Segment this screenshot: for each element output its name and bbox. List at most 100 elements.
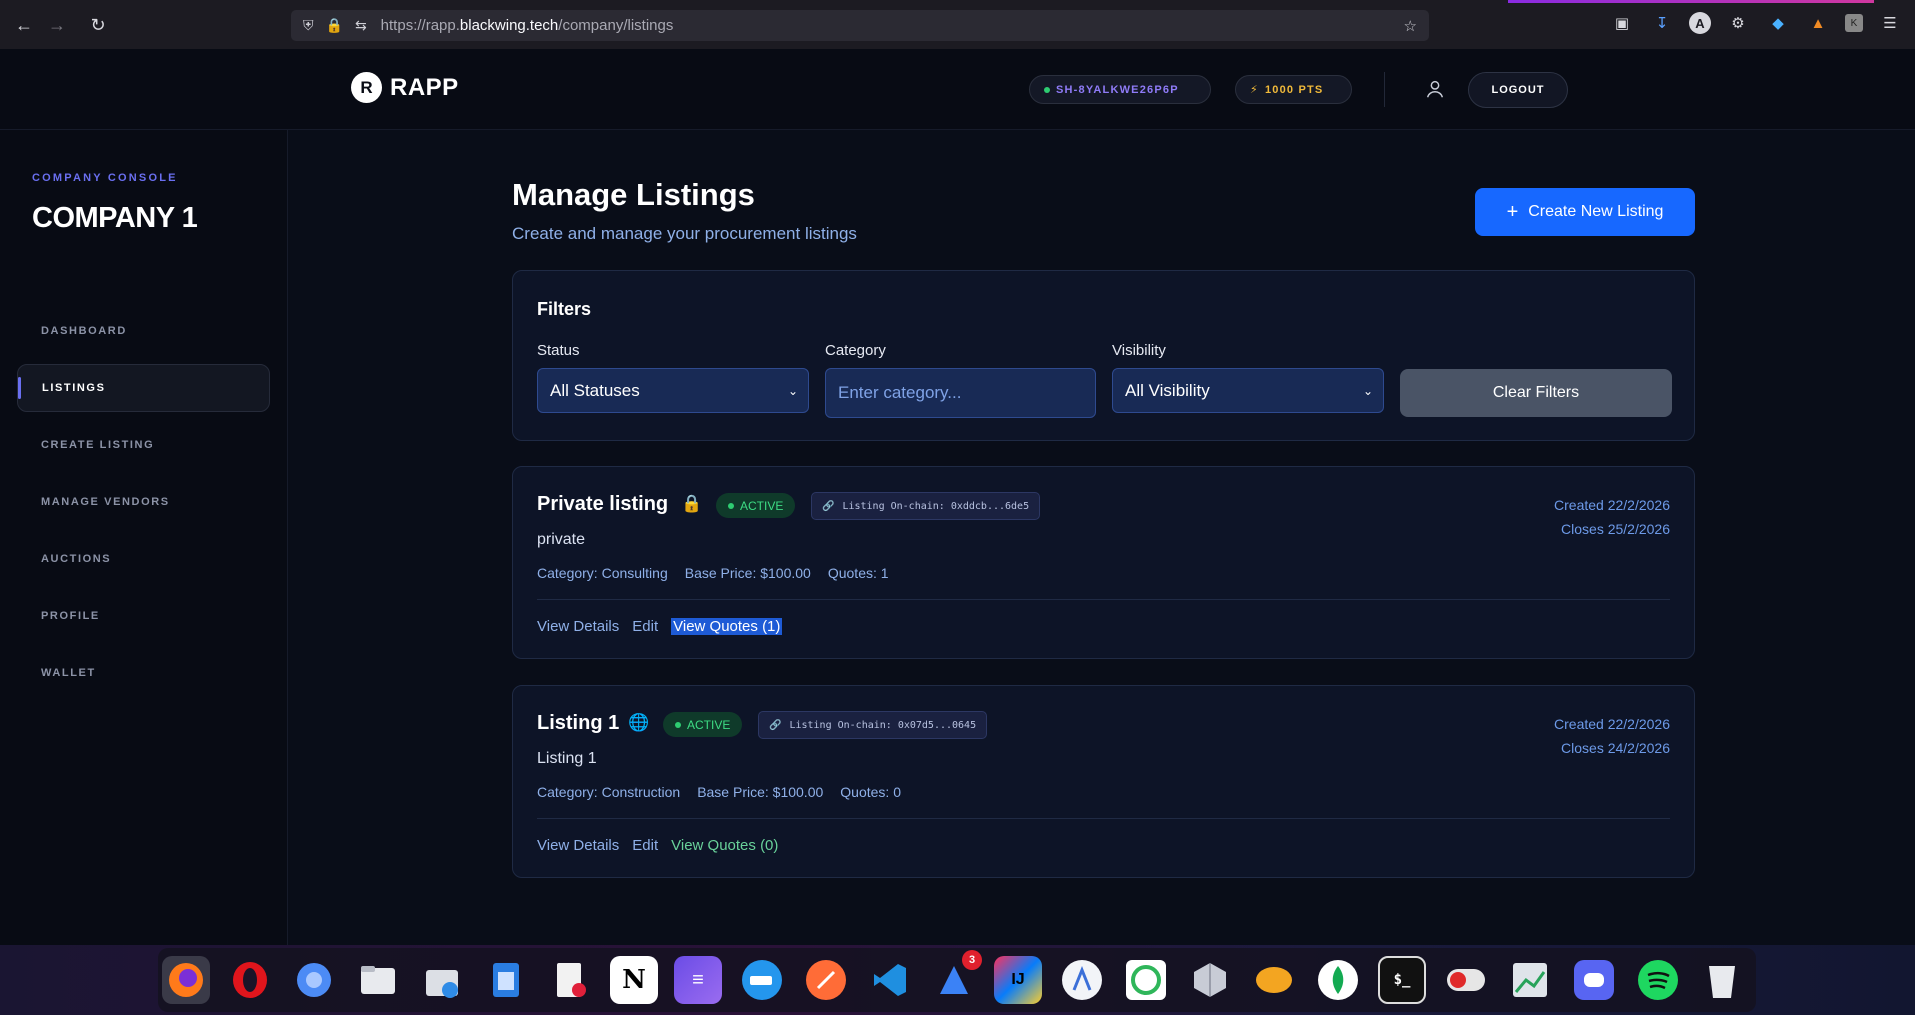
status-label: Status xyxy=(537,342,580,359)
back-icon[interactable]: ← xyxy=(8,9,40,41)
notification-badge: 3 xyxy=(962,950,982,970)
pocket-icon[interactable]: ▣ xyxy=(1609,10,1635,36)
listing-quotes-count: Quotes: 0 xyxy=(840,784,901,800)
closes-date: Closes 25/2/2026 xyxy=(1561,521,1670,537)
app-with-badge-icon[interactable]: 3 xyxy=(930,950,982,1004)
view-details-link[interactable]: View Details xyxy=(537,837,619,854)
status-badge: ACTIVE xyxy=(716,493,796,518)
firefox-icon[interactable] xyxy=(162,956,210,1004)
closes-date: Closes 24/2/2026 xyxy=(1561,740,1670,756)
account-avatar[interactable]: A xyxy=(1689,12,1711,34)
status-badge: ACTIVE xyxy=(663,712,743,737)
listing-dates: Created 22/2/2026 Closes 25/2/2026 xyxy=(1554,493,1670,541)
user-icon[interactable] xyxy=(1424,78,1446,100)
notion-icon[interactable]: N xyxy=(610,956,658,1004)
monitor-icon[interactable] xyxy=(1506,956,1554,1004)
sidebar-item-wallet[interactable]: WALLET xyxy=(17,649,270,697)
session-id: SH-8YALKWE26P6P xyxy=(1056,83,1179,96)
visibility-select-value: All Visibility xyxy=(1125,380,1210,400)
permissions-icon[interactable]: ⇆ xyxy=(355,17,367,34)
planner-icon[interactable]: ≡ xyxy=(674,956,722,1004)
chevron-down-icon: ⌄ xyxy=(787,383,798,398)
docker-icon[interactable] xyxy=(738,956,786,1004)
app-header: R RAPP SH-8YALKWE26P6P ⚡ 1000 PTS LOGOUT xyxy=(0,49,1915,130)
vscode-icon[interactable] xyxy=(866,956,914,1004)
link-icon: 🔗 xyxy=(769,719,782,731)
onchain-text: Listing On-chain: 0x07d5...0645 xyxy=(789,719,977,731)
sidebar-item-auctions[interactable]: AUCTIONS xyxy=(17,535,270,583)
libreoffice-writer-icon[interactable] xyxy=(482,956,530,1004)
bookmark-star-icon[interactable]: ☆ xyxy=(1404,17,1417,35)
plus-icon: + xyxy=(1506,200,1519,223)
edit-link[interactable]: Edit xyxy=(632,837,658,854)
listing-dates: Created 22/2/2026 Closes 24/2/2026 xyxy=(1554,712,1670,760)
terminal-icon[interactable]: $_ xyxy=(1378,956,1426,1004)
status-select[interactable]: All Statuses ⌄ xyxy=(537,368,809,413)
page-load-progress xyxy=(1508,0,1874,3)
app-store-icon[interactable] xyxy=(1058,956,1106,1004)
sidebar-item-label: LISTINGS xyxy=(42,382,106,394)
files-icon[interactable] xyxy=(354,956,402,1004)
link-icon: 🔗 xyxy=(822,500,835,512)
filters-panel: Filters Status All Statuses ⌄ Category E… xyxy=(512,270,1695,441)
sidebar-item-profile[interactable]: PROFILE xyxy=(17,592,270,640)
opera-icon[interactable] xyxy=(226,956,274,1004)
shield-icon[interactable]: ⛨ xyxy=(303,17,314,34)
app-logo[interactable]: R RAPP xyxy=(351,72,459,103)
listing-title: Listing 1 xyxy=(537,712,620,734)
3d-app-icon[interactable] xyxy=(1186,956,1234,1004)
view-details-link[interactable]: View Details xyxy=(537,618,619,635)
postman-icon[interactable] xyxy=(802,956,850,1004)
extensions-icon[interactable]: ⚙ xyxy=(1725,10,1751,36)
header-divider xyxy=(1384,72,1385,107)
mongodb-icon[interactable] xyxy=(1314,956,1362,1004)
sidebar-item-create-listing[interactable]: CREATE LISTING xyxy=(17,421,270,469)
visibility-select[interactable]: All Visibility ⌄ xyxy=(1112,368,1384,413)
filters-title: Filters xyxy=(537,299,592,319)
lock-icon: 🔒 xyxy=(681,494,703,513)
listing-category: Category: Construction xyxy=(537,784,681,800)
sidebar: COMPANY CONSOLE COMPANY 1 DASHBOARD LIST… xyxy=(0,130,288,945)
discord-icon[interactable] xyxy=(1570,956,1618,1004)
metamask-icon[interactable]: ▲ xyxy=(1805,10,1831,36)
online-status-icon xyxy=(1044,86,1050,93)
onchain-badge: 🔗 Listing On-chain: 0x07d5...0645 xyxy=(758,711,988,739)
logout-button[interactable]: LOGOUT xyxy=(1468,72,1568,108)
k-extension-icon[interactable]: K xyxy=(1845,14,1863,32)
category-input[interactable]: Enter category... xyxy=(825,368,1096,418)
reload-icon[interactable]: ↻ xyxy=(82,9,114,41)
listing-card: Listing 1 🌐 ACTIVE 🔗 Listing On-chain: 0… xyxy=(512,685,1695,878)
listing-meta: Category: Construction Base Price: $100.… xyxy=(537,784,901,800)
sync-icon[interactable] xyxy=(1122,956,1170,1004)
gem-extension-icon[interactable]: ◆ xyxy=(1765,10,1791,36)
chromium-icon[interactable] xyxy=(290,956,338,1004)
view-quotes-link[interactable]: View Quotes (1) xyxy=(671,618,783,635)
toggle-app-icon[interactable] xyxy=(1442,956,1490,1004)
view-quotes-link[interactable]: View Quotes (0) xyxy=(671,837,778,854)
menu-icon[interactable]: ☰ xyxy=(1877,10,1903,36)
url-path: /company/listings xyxy=(558,17,674,34)
listing-description: Listing 1 xyxy=(537,750,597,767)
spotify-icon[interactable] xyxy=(1634,956,1682,1004)
sidebar-item-dashboard[interactable]: DASHBOARD xyxy=(17,307,270,355)
archive-manager-icon[interactable] xyxy=(418,956,466,1004)
clear-filters-button[interactable]: Clear Filters xyxy=(1400,369,1672,417)
logo-mark: R xyxy=(351,72,382,103)
edit-link[interactable]: Edit xyxy=(632,618,658,635)
forward-icon[interactable]: → xyxy=(41,9,73,41)
downloads-icon[interactable]: ↧ xyxy=(1649,10,1675,36)
listing-description: private xyxy=(537,531,586,548)
address-bar[interactable]: ⛨ 🔒 ⇆ https://rapp. blackwing.tech/compan… xyxy=(291,10,1429,41)
sidebar-item-manage-vendors[interactable]: MANAGE VENDORS xyxy=(17,478,270,526)
database-elephant-icon[interactable] xyxy=(1250,956,1298,1004)
session-id-pill: SH-8YALKWE26P6P xyxy=(1029,75,1211,104)
text-editor-icon[interactable] xyxy=(546,956,594,1004)
intellij-icon[interactable]: IJ xyxy=(994,956,1042,1004)
listing-card: Private listing 🔒 ACTIVE 🔗 Listing On-ch… xyxy=(512,466,1695,659)
card-divider xyxy=(537,818,1670,819)
lock-icon[interactable]: 🔒 xyxy=(326,17,343,34)
sidebar-item-listings[interactable]: LISTINGS xyxy=(17,364,270,412)
listing-actions: View Details Edit View Quotes (1) xyxy=(537,618,783,635)
create-new-listing-button[interactable]: + Create New Listing xyxy=(1475,188,1695,236)
trash-icon[interactable] xyxy=(1698,956,1746,1004)
